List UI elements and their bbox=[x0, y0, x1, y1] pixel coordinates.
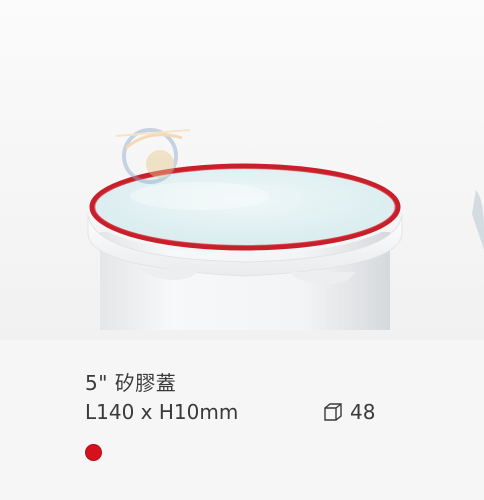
box-icon bbox=[322, 401, 344, 423]
color-swatch[interactable] bbox=[85, 444, 102, 461]
pack-quantity-value: 48 bbox=[350, 400, 376, 424]
pack-quantity: 48 bbox=[322, 400, 375, 424]
product-title: 5" 矽膠蓋 bbox=[85, 371, 177, 395]
watermark-logo-icon bbox=[115, 128, 191, 184]
product-photo bbox=[0, 0, 484, 340]
product-card: 5" 矽膠蓋 L140 x H10mm 48 bbox=[0, 0, 484, 500]
product-dimensions: L140 x H10mm bbox=[85, 400, 239, 424]
